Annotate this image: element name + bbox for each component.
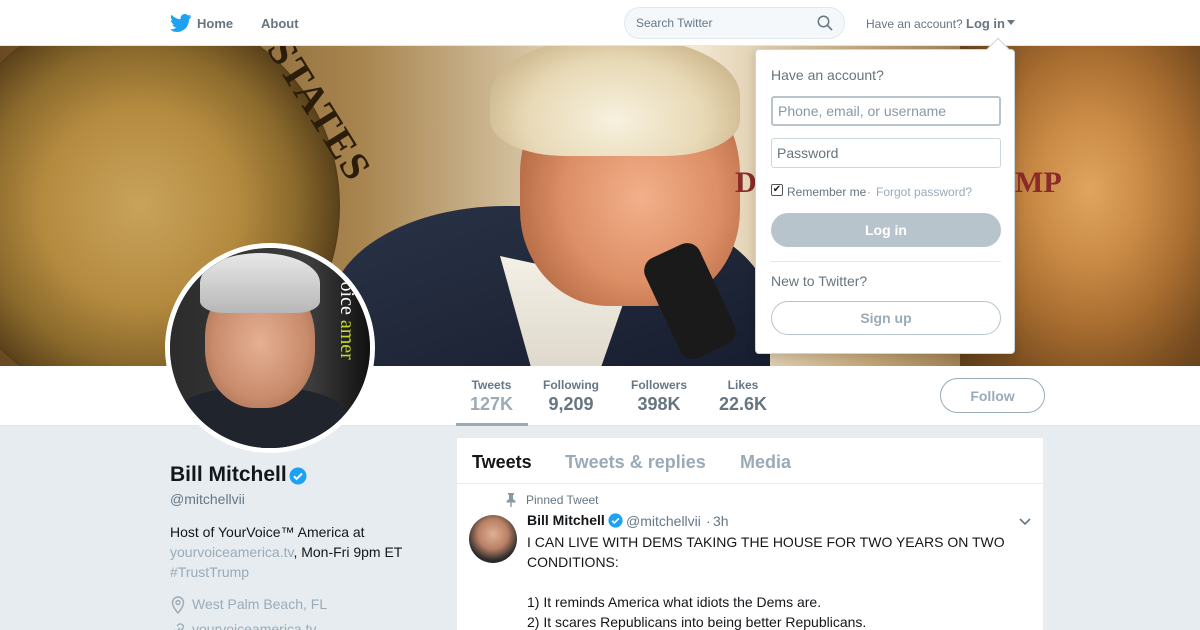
banner-person-hair	[490, 46, 740, 156]
tweet-author-handle[interactable]: @mitchellvii	[626, 513, 701, 529]
tweet-author-name[interactable]: Bill Mitchell	[527, 512, 605, 528]
follow-button[interactable]: Follow	[940, 378, 1045, 413]
remember-me-checkbox[interactable]: ✔	[771, 184, 783, 196]
bio-link[interactable]: yourvoiceamerica.tv	[170, 544, 293, 560]
nav-home-link[interactable]: Home	[197, 16, 233, 31]
verified-badge-icon	[608, 513, 623, 528]
login-dropdown-toggle[interactable]: Log in	[966, 16, 1005, 31]
tweet-text: I CAN LIVE WITH DEMS TAKING THE HOUSE FO…	[527, 534, 1005, 630]
stat-value: 9,209	[548, 394, 594, 414]
remember-separator: ·	[867, 185, 871, 199]
active-stat-underline	[456, 423, 528, 426]
login-dropdown-title: Have an account?	[771, 67, 884, 83]
avatar-brand-green: amer	[336, 319, 358, 360]
bio-hashtag[interactable]: #TrustTrump	[170, 564, 249, 580]
search-input[interactable]: Search Twitter	[636, 16, 712, 30]
forgot-password-link[interactable]: Forgot password?	[876, 185, 972, 199]
banner-lettering-right: MP	[1015, 166, 1062, 199]
login-button[interactable]: Log in	[771, 213, 1001, 247]
avatar-hair	[200, 253, 320, 313]
new-to-twitter-text: New to Twitter?	[771, 273, 868, 289]
link-icon	[173, 623, 184, 630]
profile-bio: Host of YourVoice™ America at yourvoicea…	[170, 522, 430, 582]
profile-name[interactable]: Bill Mitchell	[170, 463, 287, 487]
stat-following[interactable]: Following 9,209	[543, 378, 599, 415]
stat-label: Likes	[727, 378, 759, 392]
avatar-brand-white: rVoice	[336, 263, 358, 315]
stat-value: 22.6K	[719, 394, 768, 414]
stat-followers[interactable]: Followers 398K	[631, 378, 687, 415]
stat-likes[interactable]: Likes 22.6K	[719, 378, 767, 415]
profile-handle[interactable]: @mitchellvii	[170, 491, 245, 507]
password-field[interactable]	[771, 138, 1001, 168]
tweet-meta-separator: ·	[706, 513, 711, 529]
caret-down-icon[interactable]	[1007, 20, 1015, 25]
username-field[interactable]	[771, 96, 1001, 126]
avatar-brand-text: rVoice amer	[335, 263, 358, 360]
stat-value: 127K	[470, 394, 514, 414]
profile-website[interactable]: yourvoiceamerica.tv	[192, 621, 317, 630]
tweet-avatar[interactable]	[469, 515, 517, 563]
nav-about-link[interactable]: About	[261, 16, 299, 31]
stat-label: Following	[543, 378, 599, 392]
stat-label: Tweets	[471, 378, 512, 392]
twitter-bird-icon[interactable]	[170, 14, 192, 32]
signup-button[interactable]: Sign up	[771, 301, 1001, 335]
stat-value: 398K	[637, 394, 681, 414]
pin-icon	[506, 493, 516, 507]
have-account-text: Have an account?	[866, 17, 963, 31]
avatar[interactable]: rVoice amer	[165, 243, 375, 453]
tab-tweets[interactable]: Tweets	[472, 452, 532, 473]
top-navigation-bar: Home About Search Twitter Have an accoun…	[0, 0, 1200, 46]
search-icon[interactable]	[817, 15, 833, 31]
stat-label: Followers	[631, 378, 688, 392]
timeline: Tweets Tweets & replies Media Pinned Twe…	[456, 437, 1045, 630]
remember-me-label[interactable]: Remember me	[787, 185, 866, 199]
chevron-down-icon[interactable]	[1019, 518, 1031, 526]
bio-text-suffix: , Mon-Fri 9pm ET	[293, 544, 403, 560]
search-box[interactable]: Search Twitter	[624, 7, 845, 39]
profile-location: West Palm Beach, FL	[192, 596, 328, 612]
tweet-timestamp[interactable]: 3h	[713, 513, 729, 529]
tab-media[interactable]: Media	[740, 452, 791, 473]
bio-text: Host of YourVoice™ America at	[170, 524, 365, 540]
tab-tweets-replies[interactable]: Tweets & replies	[565, 452, 706, 473]
banner-lettering-left: D	[735, 166, 757, 199]
verified-badge-icon	[289, 467, 307, 485]
pinned-tweet-label: Pinned Tweet	[526, 493, 599, 507]
login-dropdown: Have an account? ✔ Remember me · Forgot …	[755, 37, 1015, 354]
timeline-tabs: Tweets Tweets & replies Media	[457, 438, 1045, 484]
stat-tweets[interactable]: Tweets 127K	[470, 378, 513, 415]
location-pin-icon	[171, 596, 185, 614]
divider	[771, 261, 1001, 262]
